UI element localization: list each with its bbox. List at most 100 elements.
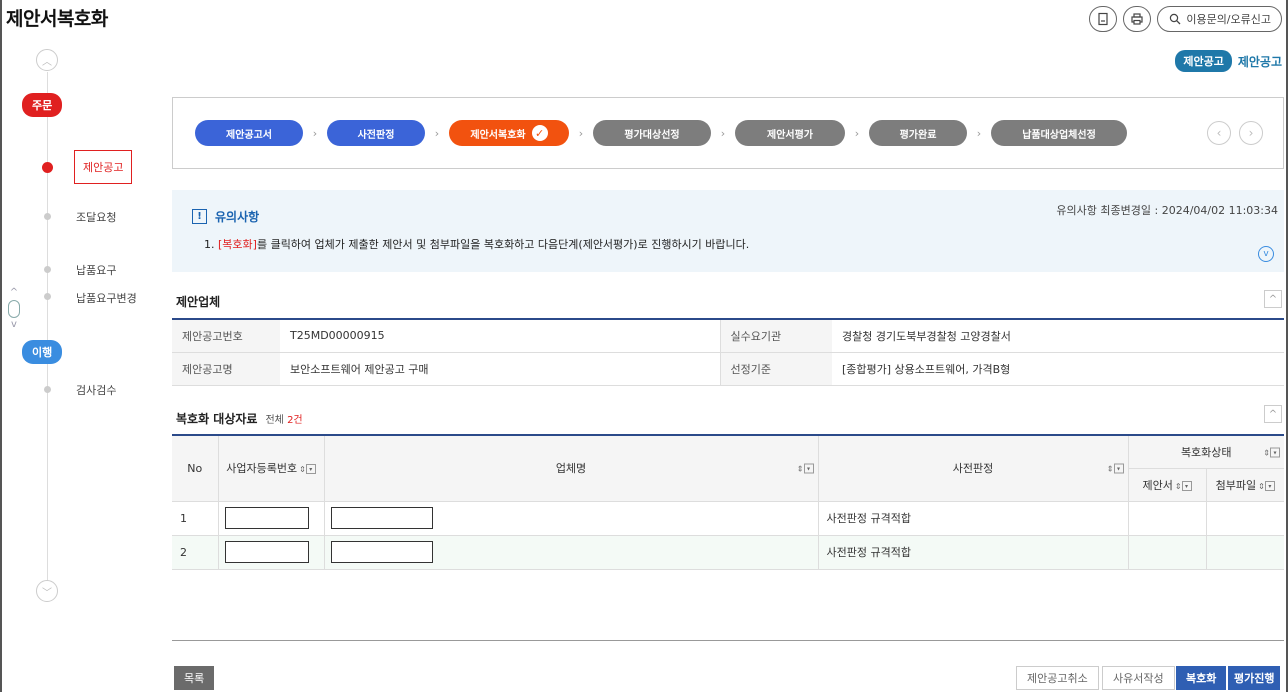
check-icon: ✓ [531,125,548,141]
chevron-right-icon: › [578,126,584,140]
col-label: 업체명 [555,462,587,476]
step-supplier-selection[interactable]: 납품대상업체선정 [991,120,1127,146]
col-attach[interactable]: 첨부파일 ⇕ ▾ [1206,468,1284,502]
col-controls: ⇕ ▾ [795,462,814,475]
col-label: 첨부파일 [1215,478,1257,492]
expand-notice-button[interactable]: v [1258,246,1274,262]
inquiry-button[interactable]: 이용문의/오류신고 [1157,6,1282,32]
info-value: 경찰청 경기도북부경찰청 고양경찰서 [832,319,1284,353]
cell-prejudge: 사전판정 규격적합 [818,535,1129,570]
table-row[interactable]: 2 사전판정 규격적합 [172,535,1284,570]
step-label: 제안서평가 [767,129,813,141]
top-toolbar: 이용문의/오류신고 [1089,6,1282,32]
print-button[interactable] [1123,6,1152,32]
notice-heading: ! 유의사항 [192,208,259,225]
cell-company [324,501,819,536]
timeline-item-procurement-request[interactable]: 조달요청 [76,209,116,225]
step-pre-judgment[interactable]: 사전판정 [327,120,425,146]
info-label: 실수요기관 [719,319,832,353]
company-section-title: 제안업체 [176,295,221,309]
bookmark-button[interactable] [1089,6,1118,32]
company-collapse-button[interactable]: ^ [1264,290,1282,308]
col-company[interactable]: 업체명 ⇕ ▾ [324,435,819,502]
table-row[interactable]: 1 사전판정 규격적합 [172,501,1284,536]
col-proposal[interactable]: 제안서 ⇕ ▾ [1128,468,1207,502]
table-header-row: No 사업자등록번호 ⇕ ▾ 업체명 ⇕ ▾ 사전판정 ⇕ ▾ 복호화상태 ⇕ ▾ [172,435,1284,502]
timeline-up-button[interactable]: ︿ [36,49,58,71]
evaluate-button[interactable]: 평가진행 [1228,666,1281,690]
col-label: 제안서 [1142,478,1173,492]
chevron-right-icon[interactable]: › [1239,121,1263,145]
search-icon [1170,13,1181,25]
step-nav: ‹ › [1207,121,1263,145]
divider [172,640,1284,641]
timeline-dot [44,293,51,300]
inquiry-label: 이용문의/오류신고 [1186,13,1271,26]
step-proposal-notice[interactable]: 제안공고서 [195,120,303,146]
stage-badge: 제안공고 [1175,50,1232,72]
count-prefix: 전체 [265,415,288,426]
info-row: 제안공고명 보안소프트웨어 제안공고 구매 선정기준 [종합평가] 상용소프트웨… [172,352,1284,386]
sort-icon[interactable]: ⇕ [1258,482,1265,491]
sort-icon[interactable]: ⇕ [1107,465,1114,474]
filter-icon[interactable]: ▾ [1270,447,1280,458]
step-evaluation-complete[interactable]: 평가완료 [869,120,967,146]
cell-proposal-status [1128,501,1207,536]
side-scroll-control[interactable]: ^ v [8,288,20,330]
timeline-item-delivery-request[interactable]: 납품요구 [76,262,116,278]
col-prejudge[interactable]: 사전판정 ⇕ ▾ [818,435,1129,502]
info-label: 제안공고번호 [172,319,280,353]
redacted-box [224,507,309,529]
sort-icon[interactable]: ⇕ [1263,448,1270,457]
sort-icon[interactable]: ⇕ [1175,482,1182,491]
info-value: 보안소프트웨어 제안공고 구매 [280,352,720,386]
step-proposal-decryption[interactable]: 제안서복호화 ✓ [449,120,569,146]
timeline-down-button[interactable]: ﹀ [36,580,58,602]
timeline-dot [44,386,51,393]
timeline-dot [44,266,51,273]
target-title: 복호화 대상자료 [176,412,258,426]
process-step-bar: 제안공고서 › 사전판정 › 제안서복호화 ✓ › 평가대상선정 › 제안서평가 … [172,97,1284,169]
notice-panel: 유의사항 최종변경일 : 2024/04/02 11:03:34 ! 유의사항 … [172,190,1284,272]
chevron-left-icon[interactable]: ‹ [1207,121,1231,145]
decrypt-button[interactable]: 복호화 [1176,666,1227,690]
filter-icon[interactable]: ▾ [1181,480,1192,491]
col-bizno[interactable]: 사업자등록번호 ⇕ ▾ [218,435,325,502]
col-controls: ⇕ ▾ [1261,445,1280,458]
filter-icon[interactable]: ▾ [1113,463,1124,474]
step-proposal-evaluation[interactable]: 제안서평가 [735,120,845,146]
chevron-down-icon: v [1263,249,1269,259]
col-label: 사업자등록번호 [226,462,298,476]
current-stage: 제안공고 제안공고 [1175,50,1282,72]
filter-icon[interactable]: ▾ [803,463,814,474]
chevron-up-icon: ^ [1268,293,1278,305]
target-count: 전체 2건 [265,415,302,426]
list-button[interactable]: 목록 [174,666,215,690]
chevron-up-icon: ^ [1268,408,1278,420]
sort-icon[interactable]: ⇕ [299,465,306,474]
col-status[interactable]: 복호화상태 ⇕ ▾ [1128,435,1284,469]
cancel-notice-button[interactable]: 제안공고취소 [1016,666,1099,690]
chevron-up-icon: ^ [9,287,19,298]
decryption-target-table: No 사업자등록번호 ⇕ ▾ 업체명 ⇕ ▾ 사전판정 ⇕ ▾ 복호화상태 ⇕ ▾ 제안서 ⇕ ▾ … [172,434,1284,570]
col-label: 복호화상태 [1180,445,1232,459]
step-label: 제안공고서 [226,129,272,141]
col-no: No [172,435,219,502]
redacted-box [224,541,309,563]
timeline-item-delivery-change[interactable]: 납품요구변경 [76,290,137,306]
notice-highlight: [복호화] [218,238,257,251]
target-collapse-button[interactable]: ^ [1264,405,1282,423]
timeline-item-inspection[interactable]: 검사검수 [76,382,116,398]
step-label: 사전판정 [357,129,395,141]
scroll-handle[interactable] [8,300,20,318]
filter-icon[interactable]: ▾ [305,464,316,475]
write-reason-button[interactable]: 사유서작성 [1102,666,1175,690]
timeline-line [47,72,48,582]
timeline-item-proposal-notice[interactable]: 제안공고 [74,150,133,184]
sort-icon[interactable]: ⇕ [797,465,804,474]
info-value: T25MD00000915 [280,319,720,353]
filter-icon[interactable]: ▾ [1264,480,1275,491]
info-label: 제안공고명 [172,352,280,386]
step-eval-target-selection[interactable]: 평가대상선정 [593,120,711,146]
cell-bizno [218,501,325,536]
